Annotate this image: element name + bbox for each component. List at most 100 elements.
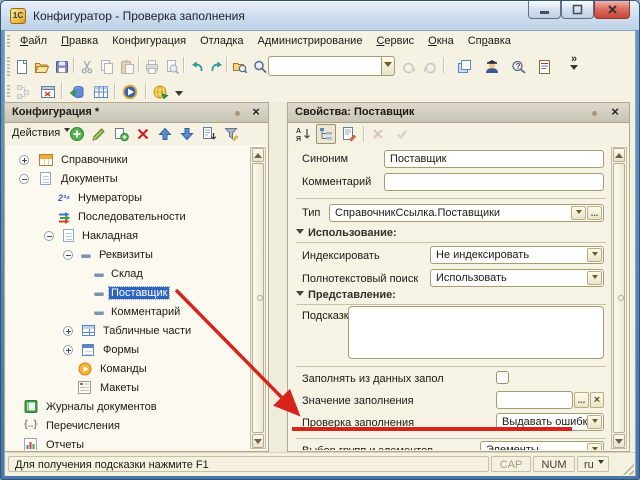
panel-close-button[interactable]: × <box>248 104 264 120</box>
tree-item-sklad[interactable]: Склад <box>6 265 249 284</box>
toolbar-grip[interactable] <box>7 57 10 77</box>
minimize-button[interactable] <box>528 1 561 19</box>
toolbar-overflow-button[interactable]: » <box>565 54 583 77</box>
fill-from-checkbox[interactable] <box>496 371 509 384</box>
move-up-button[interactable] <box>155 124 175 144</box>
sinonim-input[interactable]: Поставщик <box>384 150 604 168</box>
menu-administration[interactable]: Администрирование <box>251 31 370 50</box>
cut-button[interactable] <box>76 56 98 78</box>
pin-icon[interactable] <box>592 111 597 116</box>
menu-service[interactable]: Сервис <box>369 31 421 50</box>
expand-plus-icon[interactable] <box>19 155 29 165</box>
toolbar-grip[interactable] <box>7 85 10 99</box>
fulltext-dropdown[interactable]: Использовать <box>430 269 604 287</box>
menu-grip[interactable] <box>7 35 10 49</box>
sort-alphabetical-button[interactable]: АЯ <box>293 124 313 144</box>
tree-item-rekvizity[interactable]: Реквизиты <box>6 246 249 265</box>
close-button[interactable] <box>594 1 630 19</box>
sort-list-button[interactable] <box>199 124 219 144</box>
redo-button[interactable] <box>206 56 228 78</box>
dropdown-button[interactable] <box>587 248 602 262</box>
scroll-down-button[interactable] <box>613 434 625 448</box>
find-previous-button[interactable] <box>419 56 441 78</box>
view-by-categories-button[interactable] <box>316 124 336 144</box>
fill-value-ellipsis-button[interactable]: ... <box>574 392 589 408</box>
configuration-tree-button[interactable] <box>13 81 35 103</box>
resize-grip[interactable] <box>621 462 634 475</box>
properties-panel-header[interactable]: Свойства: Поставщик × <box>288 103 629 123</box>
collapse-minus-icon[interactable] <box>63 250 73 260</box>
property-page-button[interactable] <box>339 124 359 144</box>
copy-windows-button[interactable] <box>453 56 475 78</box>
tree-item-sequences[interactable]: Последовательности <box>6 208 249 227</box>
find-in-files-button[interactable] <box>229 56 251 78</box>
type-combobox[interactable]: СправочникСсылка.Поставщики ... <box>329 204 604 222</box>
print-preview-button[interactable] <box>161 56 183 78</box>
scroll-down-button[interactable] <box>252 434 264 448</box>
usage-section-header[interactable]: Использование: <box>296 227 606 243</box>
scrollbar-thumb[interactable] <box>613 163 625 433</box>
collapse-minus-icon[interactable] <box>19 174 29 184</box>
scroll-up-button[interactable] <box>252 148 264 162</box>
cancel-edit-button[interactable] <box>368 124 388 144</box>
delete-button[interactable] <box>133 124 153 144</box>
tree-item-journals[interactable]: Журналы документов <box>6 398 249 417</box>
web-client-dropdown[interactable] <box>173 81 185 103</box>
index-dropdown[interactable]: Не индексировать <box>430 246 604 264</box>
find-next-button[interactable] <box>398 56 420 78</box>
tree-item-nakladnaya[interactable]: Накладная <box>6 227 249 246</box>
tree-item-catalogs[interactable]: Справочники <box>6 151 249 170</box>
add-button[interactable] <box>67 124 87 144</box>
search-combobox[interactable] <box>268 56 383 76</box>
comment-input[interactable] <box>384 173 604 191</box>
help-search-button[interactable]: ? <box>508 56 530 78</box>
syntax-helper-button[interactable] <box>534 56 556 78</box>
menu-configuration[interactable]: Конфигурация <box>105 31 193 50</box>
wizard-button[interactable] <box>481 56 503 78</box>
dropdown-button[interactable] <box>587 415 602 429</box>
dropdown-button[interactable] <box>587 443 602 450</box>
scroll-up-button[interactable] <box>613 148 625 162</box>
dropdown-button[interactable] <box>587 271 602 285</box>
menu-help[interactable]: Справка <box>461 31 518 50</box>
new-document-button[interactable] <box>11 56 33 78</box>
scrollbar-thumb[interactable] <box>252 163 264 433</box>
expand-plus-icon[interactable] <box>63 326 73 336</box>
copy-button[interactable] <box>96 56 118 78</box>
tree-item-forms[interactable]: Формы <box>6 341 249 360</box>
panel-splitter[interactable] <box>269 102 287 452</box>
tree-item-templates[interactable]: Макеты <box>6 379 249 398</box>
tree-item-commands[interactable]: Команды <box>6 360 249 379</box>
open-button[interactable] <box>31 56 53 78</box>
edit-button[interactable] <box>89 124 109 144</box>
fill-value-clear-button[interactable]: × <box>590 392 604 408</box>
update-database-button[interactable] <box>66 81 88 103</box>
undo-button[interactable] <box>186 56 208 78</box>
language-indicator[interactable]: ru <box>577 456 609 472</box>
start-debugging-button[interactable] <box>119 81 141 103</box>
menu-windows[interactable]: Окна <box>421 31 461 50</box>
tree-scrollbar[interactable] <box>250 147 266 449</box>
menu-edit[interactable]: Правка <box>54 31 105 50</box>
type-ellipsis-button[interactable]: ... <box>587 206 602 220</box>
panel-close-button[interactable]: × <box>607 104 623 120</box>
expand-plus-icon[interactable] <box>63 345 73 355</box>
configuration-panel-header[interactable]: Конфигурация * × <box>5 103 268 123</box>
save-button[interactable] <box>51 56 73 78</box>
menu-debug[interactable]: Отладка <box>193 31 250 50</box>
type-dropdown-button[interactable] <box>571 206 586 220</box>
menu-file[interactable]: Файл <box>13 31 54 50</box>
apply-button[interactable] <box>392 124 412 144</box>
tooltip-textarea[interactable] <box>348 306 604 359</box>
pin-icon[interactable] <box>235 111 240 116</box>
tree-item-postavshchik[interactable]: Поставщик <box>6 284 249 303</box>
fill-value-input[interactable] <box>496 391 573 409</box>
tree-item-reports[interactable]: Отчеты <box>6 436 249 450</box>
web-client-button[interactable] <box>150 81 172 103</box>
close-configuration-button[interactable] <box>37 81 59 103</box>
properties-scrollbar[interactable] <box>611 147 627 449</box>
table-settings-button[interactable] <box>90 81 112 103</box>
move-down-button[interactable] <box>177 124 197 144</box>
duplicate-button[interactable] <box>111 124 131 144</box>
presentation-section-header[interactable]: Представление: <box>296 289 606 305</box>
